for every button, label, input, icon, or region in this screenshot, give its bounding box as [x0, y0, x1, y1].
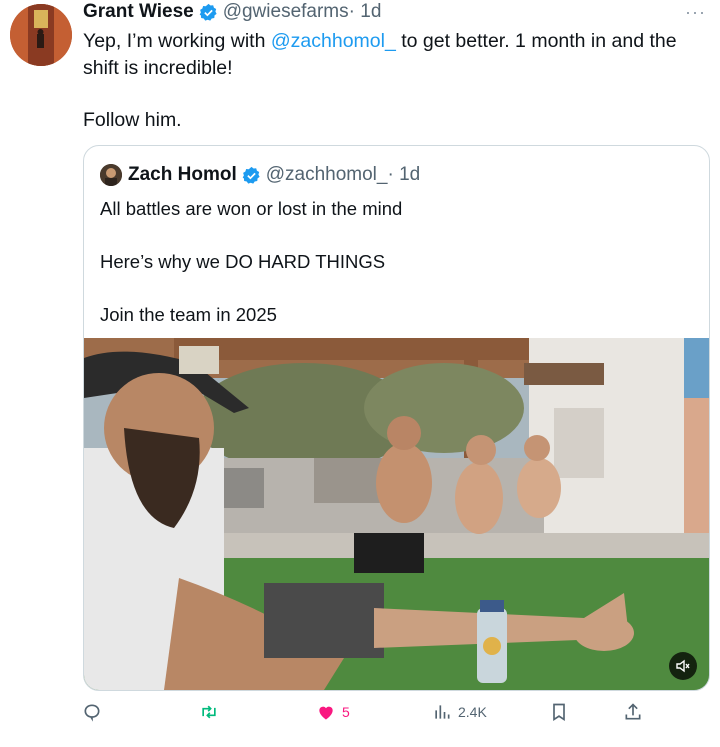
like-count: 5 — [342, 704, 350, 720]
like-button[interactable]: 5 — [316, 700, 350, 724]
heart-icon — [319, 706, 333, 720]
bookmark-icon — [553, 703, 565, 722]
quote-header: Zach Homol @zachhomol_ · 1d — [100, 163, 420, 187]
more-options-icon[interactable]: ··· — [685, 2, 706, 23]
tweet-text-second: Follow him. — [83, 109, 182, 131]
tweet-text: Yep, I’m working with @zachhomol_ to get… — [83, 28, 703, 134]
views-button[interactable]: 2.4K — [432, 700, 487, 724]
quote-line: All battles are won or lost in the mind — [100, 198, 403, 219]
tweet-time[interactable]: · 1d — [349, 1, 382, 23]
quote-video[interactable] — [84, 338, 709, 690]
retweet-button[interactable] — [199, 700, 225, 724]
share-icon — [625, 703, 641, 720]
video-frame — [84, 338, 709, 690]
quoted-tweet[interactable]: Zach Homol @zachhomol_ · 1d All battles … — [83, 145, 710, 691]
quote-time[interactable]: · 1d — [387, 164, 420, 186]
share-button[interactable] — [623, 700, 643, 724]
quote-author-name[interactable]: Zach Homol — [128, 164, 237, 186]
quote-text: All battles are won or lost in the mind … — [100, 196, 690, 329]
tweet-header: Grant Wiese @gwiesefarms · 1d — [83, 0, 381, 24]
quote-author-avatar[interactable] — [100, 164, 122, 186]
bookmark-button[interactable] — [549, 700, 569, 724]
verified-badge-icon — [242, 166, 260, 184]
author-avatar[interactable] — [10, 4, 72, 66]
views-chart-icon — [435, 705, 450, 719]
author-handle[interactable]: @gwiesefarms — [223, 1, 349, 23]
verified-badge-icon — [199, 3, 217, 21]
author-name[interactable]: Grant Wiese — [83, 1, 194, 23]
quote-line: Join the team in 2025 — [100, 304, 277, 325]
reply-button[interactable] — [82, 700, 108, 724]
mention-link[interactable]: @zachhomol_ — [271, 30, 396, 52]
retweet-icon — [202, 705, 216, 719]
tweet-text-part: Yep, I’m working with — [83, 30, 271, 52]
mute-icon[interactable] — [669, 652, 697, 680]
views-count: 2.4K — [458, 704, 487, 720]
quote-author-handle[interactable]: @zachhomol_ — [266, 164, 388, 186]
quote-line: Here’s why we DO HARD THINGS — [100, 251, 386, 272]
reply-icon — [84, 704, 100, 722]
tweet-actions: 5 2.4K — [0, 700, 720, 726]
